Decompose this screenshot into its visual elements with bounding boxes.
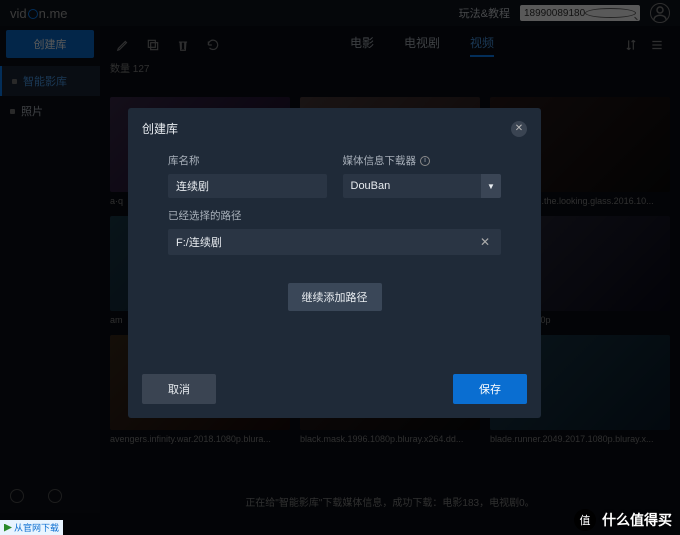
- play-icon: [4, 524, 12, 532]
- chevron-down-icon: ▼: [481, 174, 501, 198]
- create-library-dialog: 创建库 ✕ 库名称 媒体信息下载器 i DouBan ▼ 已经选择的路径 F:/…: [128, 108, 541, 418]
- download-link[interactable]: 从官网下载: [0, 520, 63, 535]
- downloader-select[interactable]: DouBan ▼: [343, 174, 502, 198]
- watermark: 值 什么值得买: [574, 509, 672, 531]
- save-button[interactable]: 保存: [453, 374, 527, 404]
- name-label: 库名称: [168, 153, 327, 168]
- clear-path-icon[interactable]: ✕: [477, 234, 493, 250]
- cancel-button[interactable]: 取消: [142, 374, 216, 404]
- paths-label: 已经选择的路径: [168, 208, 501, 223]
- close-icon[interactable]: ✕: [511, 121, 527, 137]
- info-icon[interactable]: i: [420, 156, 430, 166]
- brand-badge-icon: 值: [574, 509, 596, 531]
- add-path-button[interactable]: 继续添加路径: [288, 283, 382, 311]
- library-name-input[interactable]: [168, 174, 327, 198]
- downloader-label: 媒体信息下载器 i: [343, 153, 502, 168]
- dialog-title: 创建库: [142, 120, 178, 137]
- selected-path[interactable]: F:/连续剧 ✕: [168, 229, 501, 255]
